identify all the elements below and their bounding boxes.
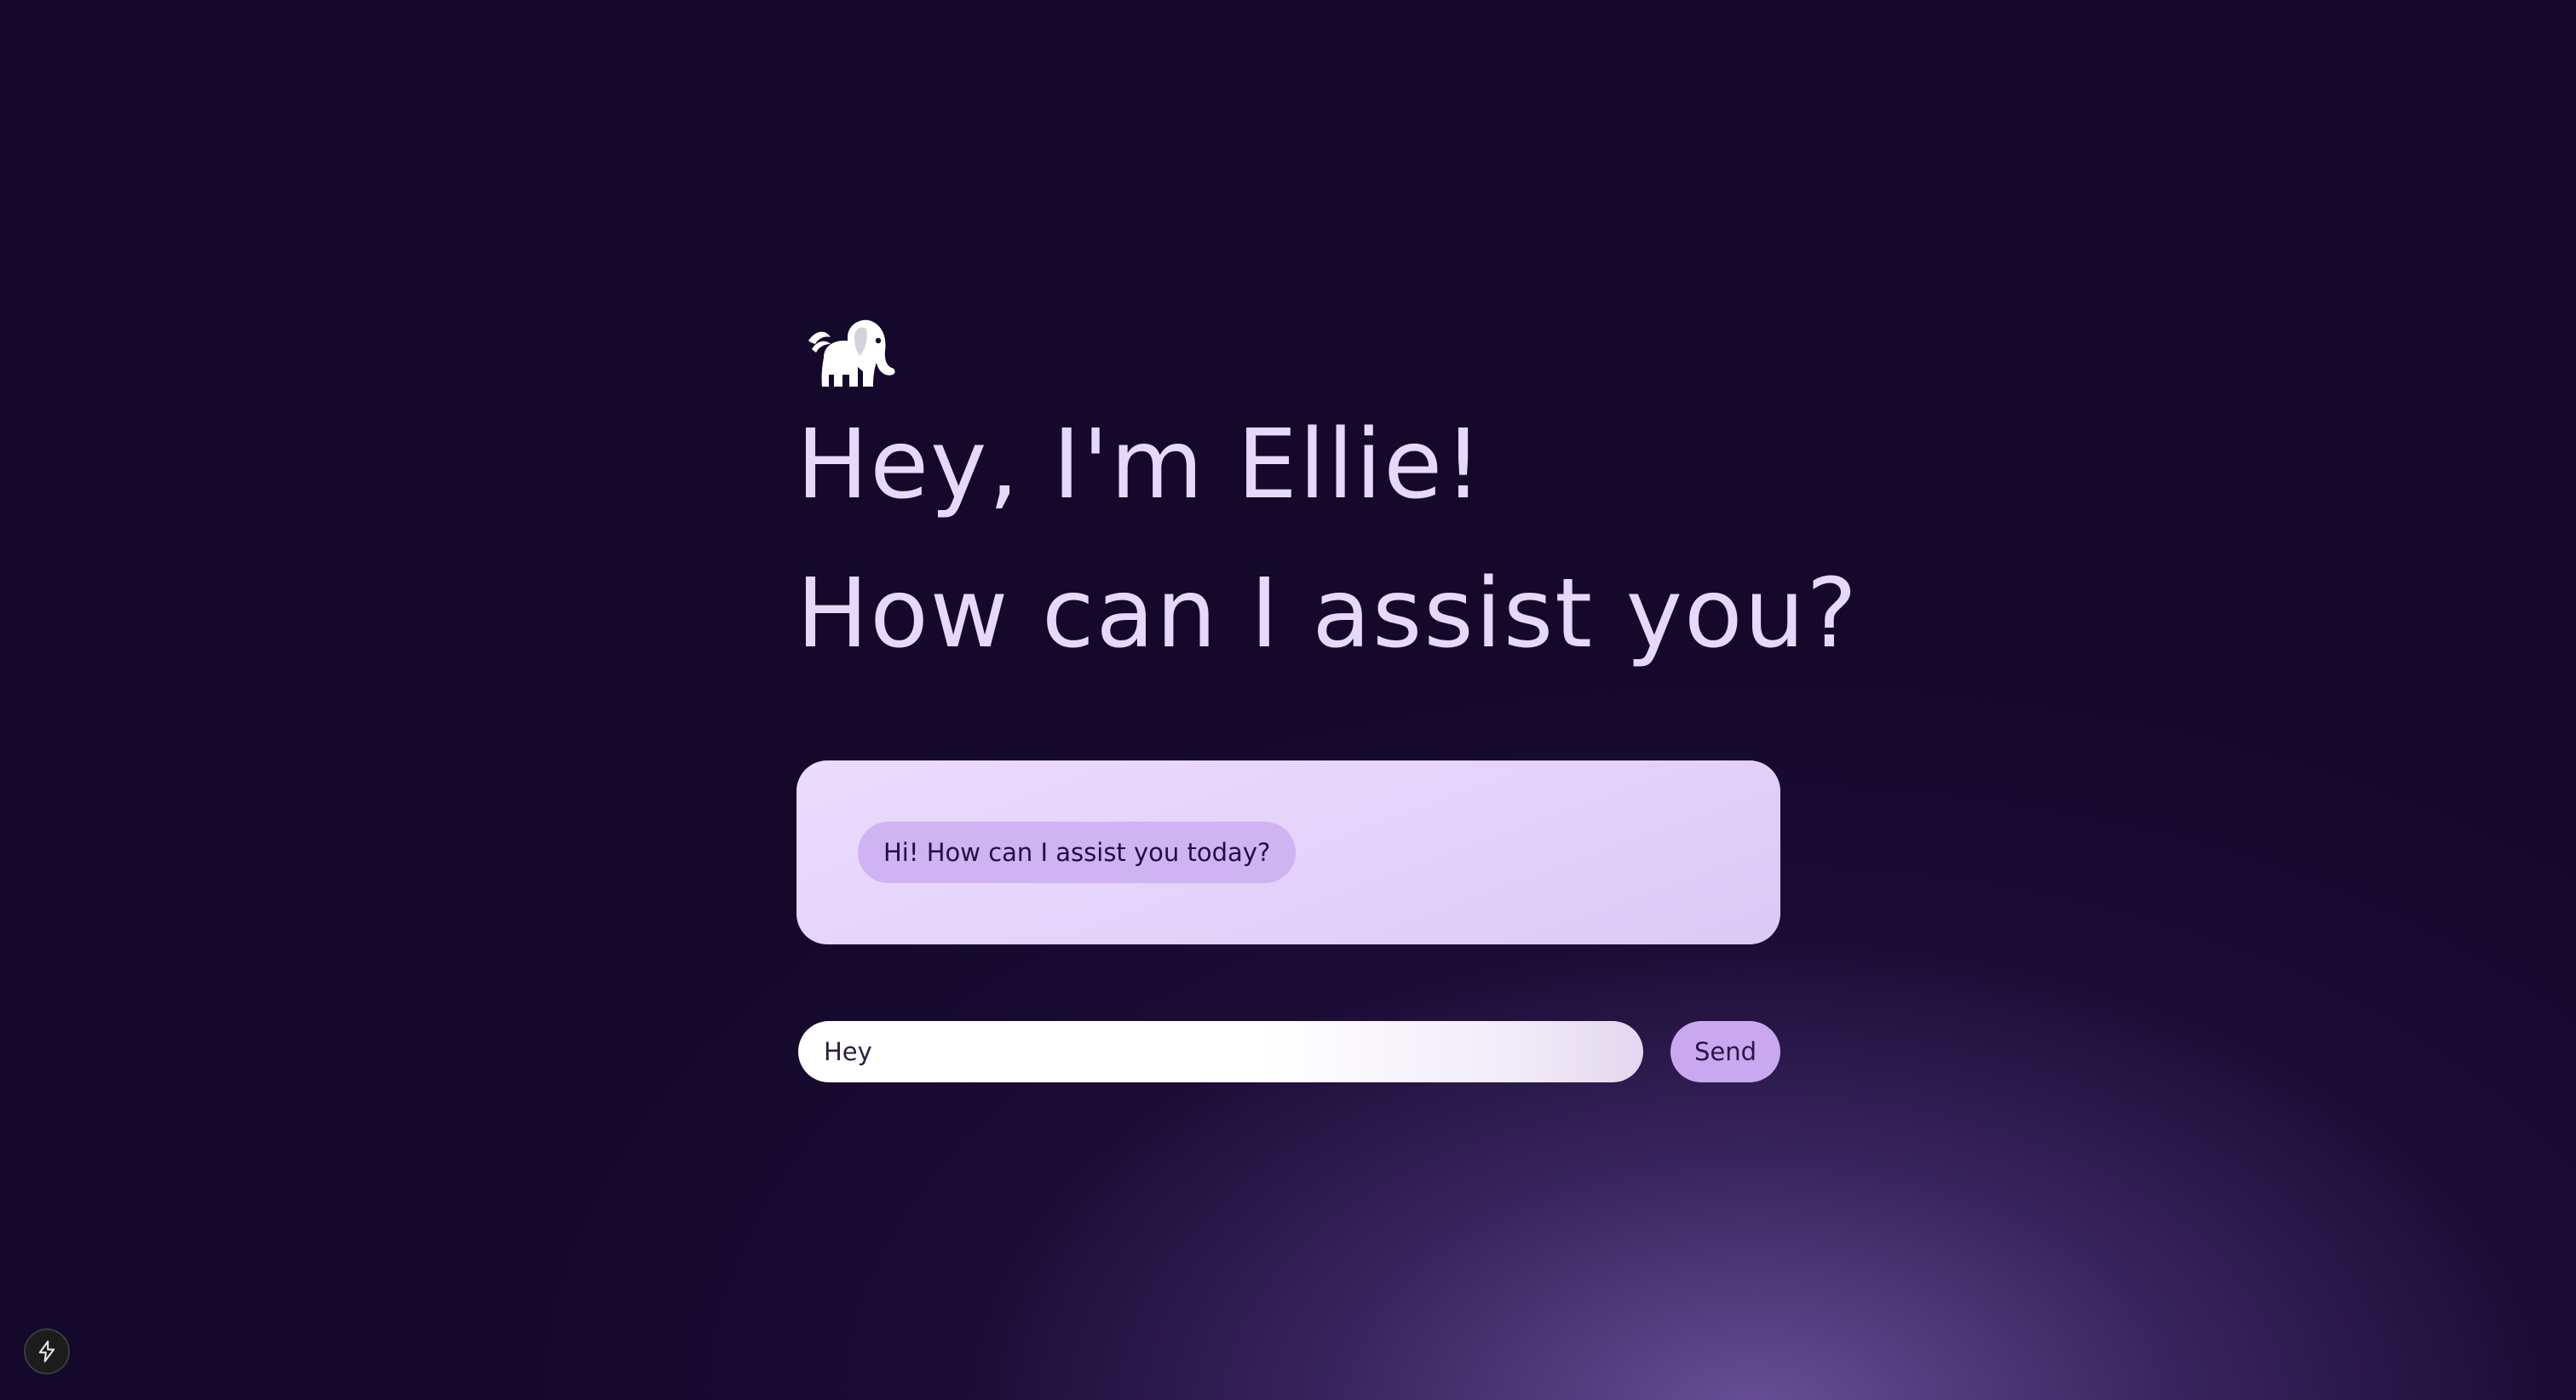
chat-messages-panel: Hi! How can I assist you today? bbox=[796, 760, 1780, 944]
greeting-heading: Hey, I'm Ellie! bbox=[796, 410, 1485, 520]
assist-question-heading: How can I assist you? bbox=[796, 559, 1859, 669]
assistant-message-bubble: Hi! How can I assist you today? bbox=[858, 822, 1297, 883]
message-input[interactable] bbox=[798, 1021, 1643, 1082]
send-button[interactable]: Send bbox=[1670, 1021, 1780, 1082]
lightning-bolt-icon bbox=[38, 1340, 55, 1363]
flying-elephant-icon bbox=[805, 315, 897, 390]
dev-tools-indicator[interactable] bbox=[24, 1328, 70, 1374]
